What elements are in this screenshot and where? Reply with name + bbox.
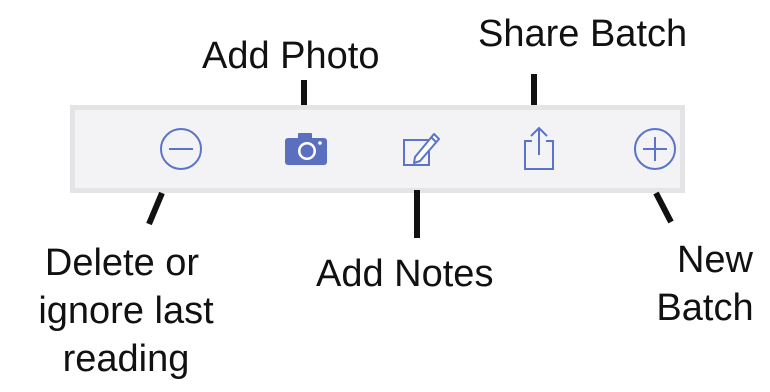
delete-callout: Delete or ignore last reading bbox=[0, 242, 252, 380]
delete-connector bbox=[146, 191, 165, 226]
add-notes-callout: Add Notes bbox=[316, 253, 494, 295]
new-batch-connector bbox=[653, 191, 674, 224]
delete-callout-line2: ignore last bbox=[38, 290, 214, 332]
new-batch-callout-line2: Batch bbox=[656, 287, 754, 329]
new-batch-callout-line1: New bbox=[676, 239, 754, 281]
new-batch-callout: New Batch bbox=[640, 239, 770, 329]
delete-callout-line1: Delete or bbox=[44, 242, 200, 284]
delete-callout-line3: reading bbox=[62, 338, 190, 380]
